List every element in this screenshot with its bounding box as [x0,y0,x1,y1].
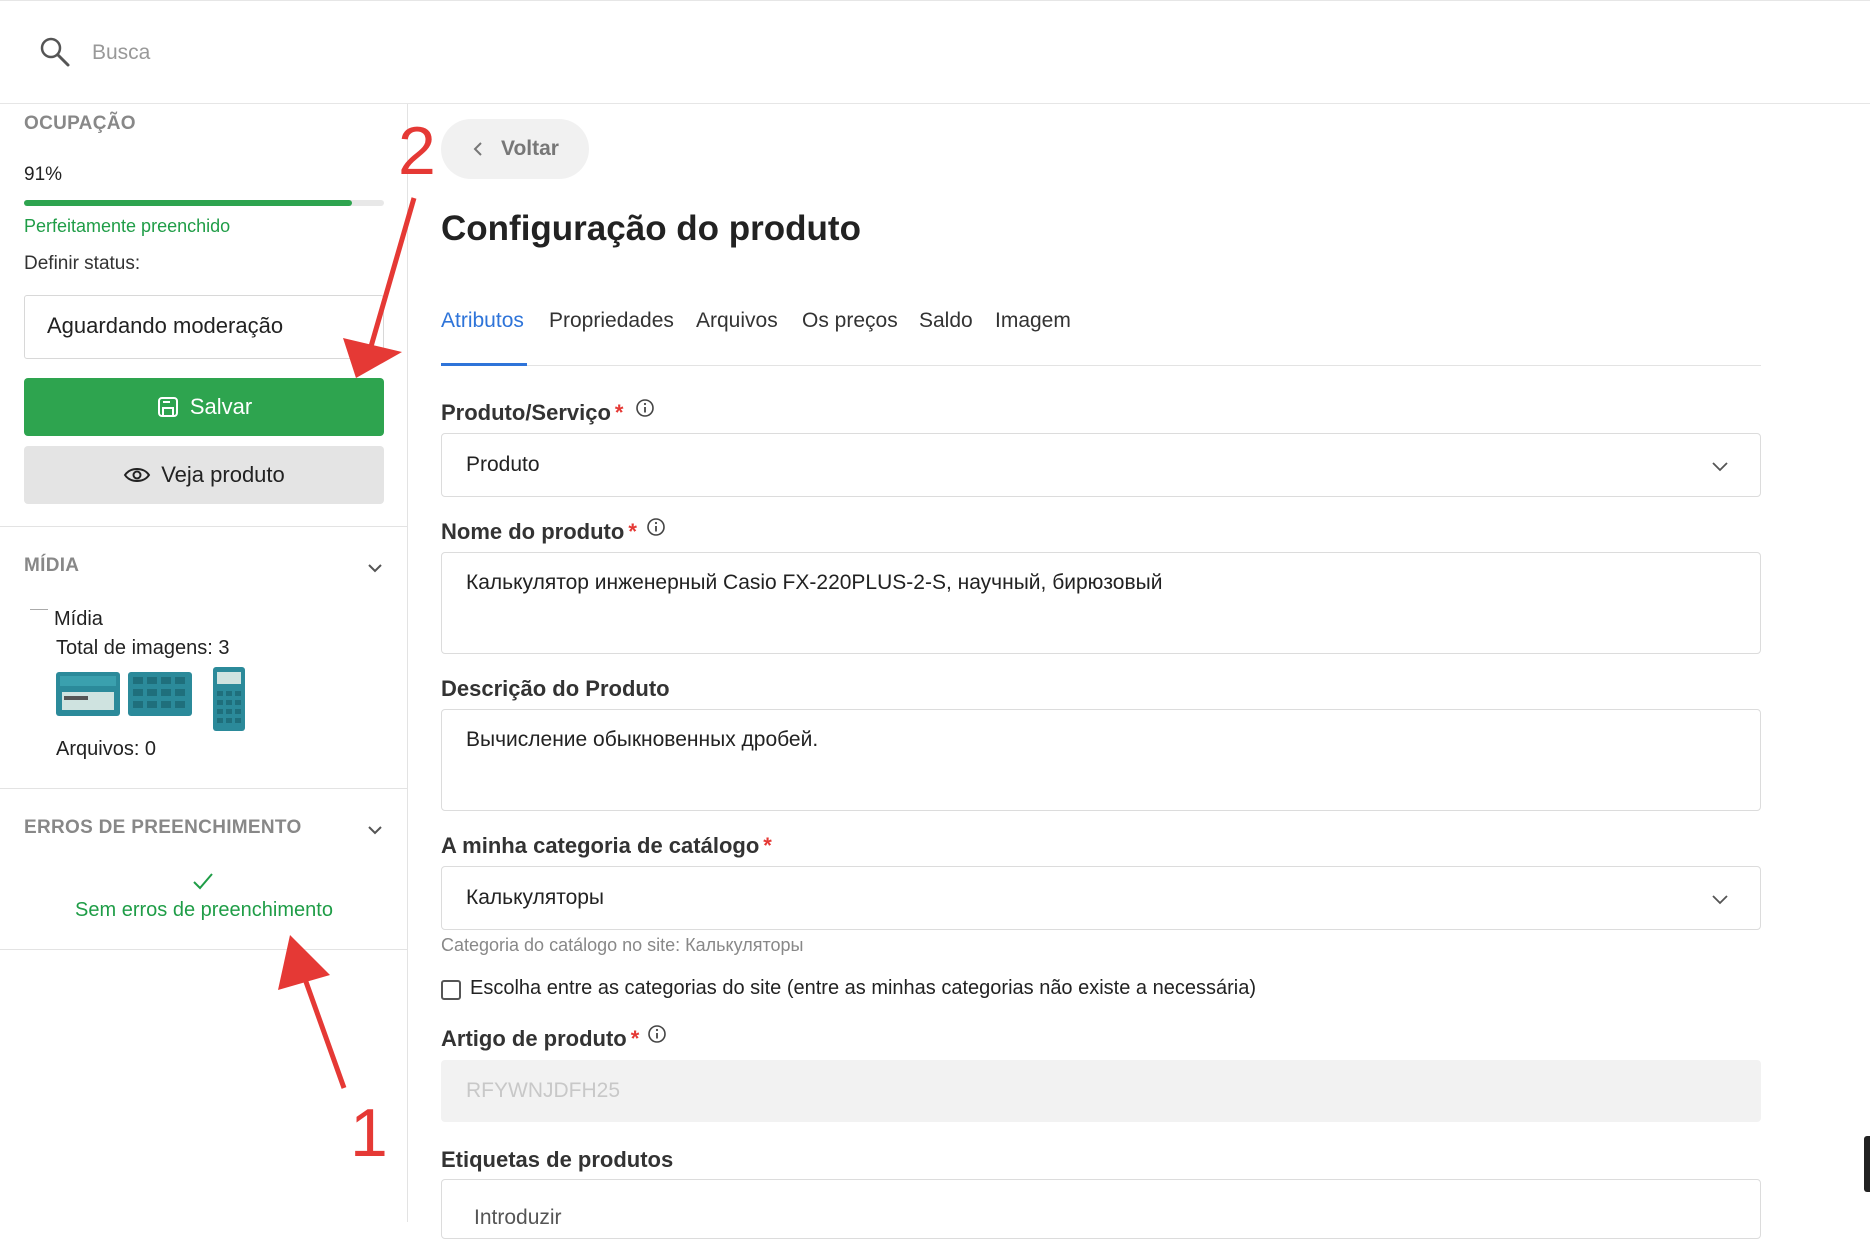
chevron-down-icon [1712,462,1728,472]
media-title: MÍDIA [24,555,80,576]
annotation-number-1: 1 [350,1095,388,1171]
product-name-label-text: Nome do produto [441,519,625,544]
occupancy-status: Perfeitamente preenchido [24,216,231,236]
image-thumbnail[interactable] [56,672,120,716]
media-tree-item[interactable]: Mídia [54,608,103,631]
page-title: Configuração do produto [441,209,861,248]
occupancy-title: OCUPAÇÃO [24,113,136,134]
occupancy-progress-fill [24,200,352,206]
category-hint: Categoria do catálogo no site: Калькулят… [441,935,804,955]
tags-label: Etiquetas de produtos [441,1147,674,1172]
tab-atributos[interactable]: Atributos [441,302,527,366]
description-input[interactable]: Вычисление обыкновенных дробей. [441,709,1761,811]
image-thumbnail[interactable] [128,672,192,716]
category-value: Калькуляторы [466,886,605,909]
tab-propriedades[interactable]: Propriedades [549,302,674,366]
annotation-number-2: 2 [398,113,436,189]
view-product-button[interactable]: Veja produto [24,446,384,504]
required-marker: * [630,1026,640,1051]
info-icon[interactable] [635,398,655,418]
site-category-checkbox-label[interactable]: Escolha entre as categorias do site (ent… [470,977,1256,1000]
media-total-images: Total de imagens: 3 [56,637,230,659]
no-errors-message: Sem erros de preenchimento [75,899,333,921]
tags-input[interactable]: Introduzir [441,1179,1761,1239]
sku-label-text: Artigo de produto [441,1026,627,1051]
media-files-count: Arquivos: 0 [56,738,157,760]
image-thumbnail[interactable] [213,667,245,731]
checkmark-icon [193,873,213,890]
tab-bar: Atributos Propriedades Arquivos Os preço… [441,302,1761,366]
category-label: A minha categoria de catálogo * [441,833,772,859]
required-marker: * [763,833,772,858]
chevron-left-icon [473,142,482,156]
chevron-down-icon [1712,895,1728,905]
site-category-checkbox[interactable] [441,980,461,1000]
required-marker: * [628,519,637,544]
tab-precos[interactable]: Os preços [802,302,898,366]
divider [0,788,408,789]
product-type-value: Produto [466,453,540,476]
product-name-input[interactable]: Калькулятор инженерный Casio FX-220PLUS-… [441,552,1761,654]
search-input[interactable] [92,37,692,69]
category-label-text: A minha categoria de catálogo [441,833,760,858]
status-select[interactable]: Aguardando moderação [24,295,384,359]
tab-imagem[interactable]: Imagem [995,302,1071,366]
required-marker: * [614,400,624,425]
view-product-label: Veja produto [161,462,285,487]
errors-title: ERROS DE PREENCHIMENTO [24,817,302,838]
product-type-label-text: Produto/Serviço [441,400,611,425]
product-name-label: Nome do produto * [441,519,637,545]
chevron-down-icon[interactable] [365,820,385,840]
top-bar [0,0,1870,104]
set-status-label: Definir status: [24,253,141,274]
category-select[interactable]: Калькуляторы [441,866,1761,930]
search-icon[interactable] [38,35,72,69]
main-content: Voltar Configuração do produto Atributos… [408,104,1870,1239]
occupancy-progress-bar [24,200,384,206]
sidebar: OCUPAÇÃO 91% Perfeitamente preenchido De… [0,104,408,1222]
description-label: Descrição do Produto [441,676,670,701]
save-button-label: Salvar [189,394,253,419]
scrollbar-handle[interactable] [1864,1136,1870,1192]
tab-arquivos[interactable]: Arquivos [696,302,778,366]
info-icon[interactable] [646,517,666,537]
info-icon[interactable] [647,1024,667,1044]
sku-label: Artigo de produto * [441,1026,639,1052]
eye-icon [124,468,151,482]
back-button[interactable]: Voltar [441,119,589,179]
divider [0,949,408,950]
save-button[interactable]: Salvar [24,378,384,436]
divider [0,526,408,527]
occupancy-percent: 91% [24,164,63,185]
save-icon [157,397,178,417]
product-type-label: Produto/Serviço * [441,400,623,426]
chevron-down-icon[interactable] [365,558,385,578]
tab-saldo[interactable]: Saldo [919,302,973,366]
back-button-label: Voltar [501,137,559,160]
product-type-select[interactable]: Produto [441,433,1761,497]
tree-line [30,609,48,610]
sku-input: RFYWNJDFH25 [441,1060,1761,1122]
